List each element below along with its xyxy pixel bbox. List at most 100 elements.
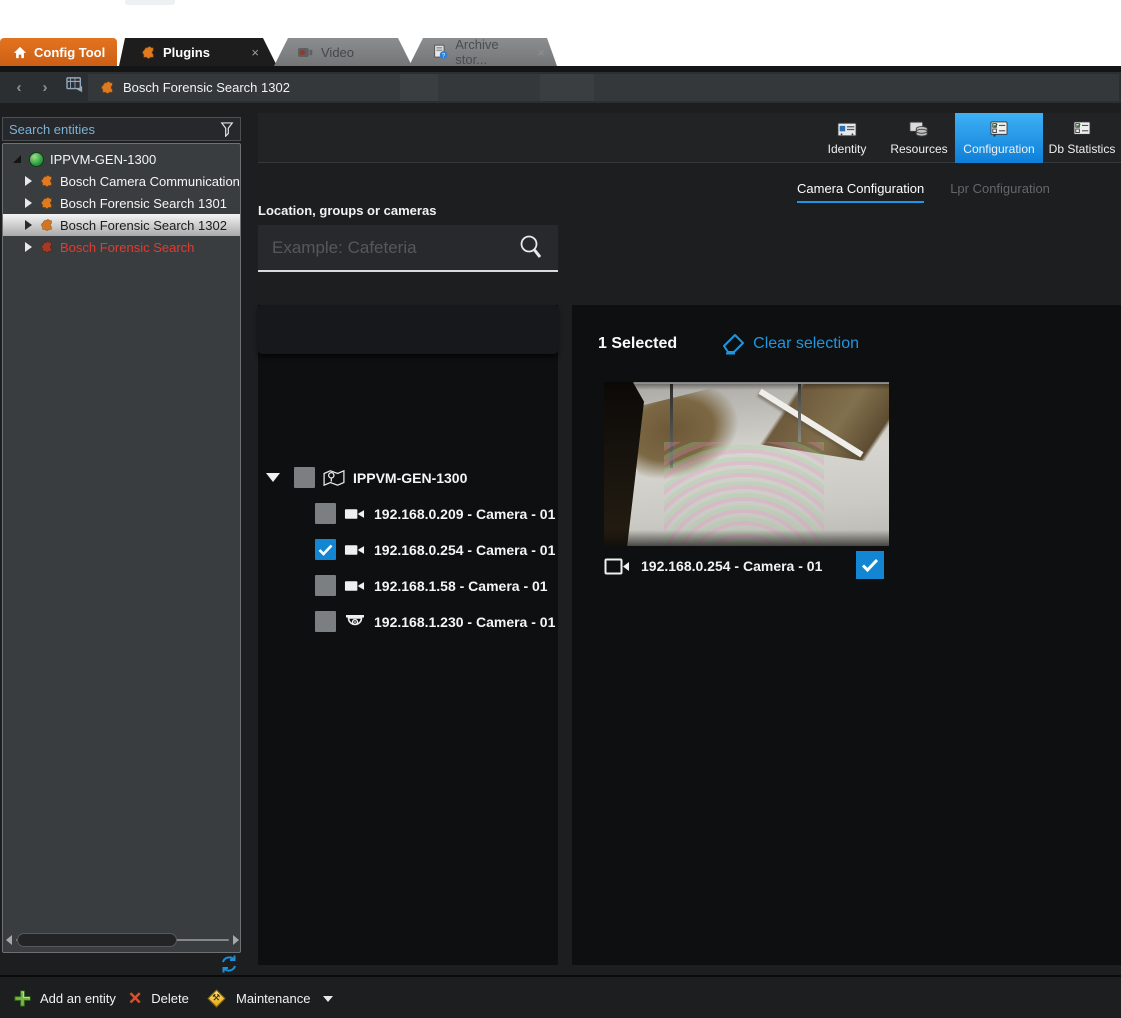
box-camera-icon <box>344 543 365 557</box>
tab-resources-label: Resources <box>890 142 947 156</box>
entity-tree-item-plugin-selected[interactable]: Bosch Forensic Search 1302 <box>3 214 240 236</box>
main-content: Search entities IPPVM-GEN-1300 Bosch Cam… <box>0 103 1121 975</box>
tab-resources[interactable]: Resources <box>883 113 955 163</box>
search-icon[interactable] <box>518 234 544 262</box>
window-top-strip <box>0 0 1121 38</box>
home-icon <box>13 46 27 59</box>
breadcrumb-entity-label: Bosch Forensic Search 1302 <box>123 80 290 95</box>
camera-row[interactable]: 192.168.1.230 - Camera - 01 <box>315 611 555 632</box>
identity-icon <box>837 120 857 138</box>
config-tool-label: Config Tool <box>34 45 105 60</box>
camera-thumbnail[interactable] <box>604 382 889 546</box>
breadcrumb-highlight <box>540 74 594 101</box>
checkbox-unchecked[interactable] <box>315 575 336 596</box>
configuration-sub-tabs: Camera Configuration Lpr Configuration <box>797 181 1050 203</box>
entity-label: IPPVM-GEN-1300 <box>50 152 156 167</box>
navigation-bar: ‹ › Bosch Forensic Search 1302 <box>0 72 1121 103</box>
back-arrow-icon[interactable]: ‹ <box>10 79 28 96</box>
entity-search-box[interactable]: Search entities <box>2 117 241 141</box>
scrollbar-thumb[interactable] <box>17 933 177 947</box>
camera-label: 192.168.0.209 - Camera - 01 <box>374 506 555 522</box>
scroll-right-icon[interactable] <box>233 935 239 945</box>
bottom-toolbar: Add an entity ✕ Delete ⚒ Maintenance <box>0 975 1121 1018</box>
camera-row[interactable]: 192.168.0.209 - Camera - 01 <box>315 503 555 524</box>
delete-label: Delete <box>151 991 189 1006</box>
tab-plugins-close-icon[interactable]: × <box>251 45 259 60</box>
expander-open-icon[interactable] <box>266 473 280 482</box>
add-entity-button[interactable]: Add an entity <box>14 977 116 1018</box>
checkbox-unchecked[interactable] <box>315 611 336 632</box>
entity-label: Bosch Forensic Search <box>60 240 194 255</box>
plugin-puzzle-icon <box>40 174 54 188</box>
sub-tab-lpr-configuration[interactable]: Lpr Configuration <box>950 181 1050 203</box>
expander-closed-icon[interactable] <box>25 242 32 252</box>
camera-tree-header <box>258 305 558 354</box>
box-camera-icon <box>344 507 365 521</box>
tab-db-statistics[interactable]: Db Statistics <box>1043 113 1121 163</box>
breadcrumb[interactable]: Bosch Forensic Search 1302 <box>88 74 1119 101</box>
plugin-puzzle-icon <box>40 218 54 232</box>
checkbox-checked[interactable] <box>856 551 884 579</box>
selected-camera-row[interactable]: 192.168.0.254 - Camera - 01 <box>604 551 889 581</box>
camera-label: 192.168.1.230 - Camera - 01 <box>374 614 555 630</box>
entity-search-placeholder: Search entities <box>3 122 220 137</box>
delete-button[interactable]: ✕ Delete <box>128 977 189 1018</box>
entity-tab-bar: Identity Resources <box>258 113 1121 163</box>
camera-search-placeholder: Example: Cafeteria <box>258 238 518 258</box>
checkbox-unchecked[interactable] <box>294 467 315 488</box>
checkbox-checked[interactable] <box>315 539 336 560</box>
eraser-icon <box>721 333 745 355</box>
maintenance-button[interactable]: ⚒ Maintenance <box>210 977 333 1018</box>
entity-tree-item-plugin[interactable]: Bosch Camera Communication 1302 <box>3 170 240 192</box>
dome-camera-icon <box>345 614 365 630</box>
scrollbar-track[interactable] <box>16 933 229 947</box>
maintenance-label: Maintenance <box>236 991 310 1006</box>
resources-icon <box>909 120 929 138</box>
tab-archive-close-icon[interactable]: × <box>537 45 545 60</box>
expander-closed-icon[interactable] <box>25 176 32 186</box>
sub-tab-camera-configuration[interactable]: Camera Configuration <box>797 181 924 203</box>
history-icon[interactable] <box>66 77 84 98</box>
camera-tree-root-row[interactable]: IPPVM-GEN-1300 <box>266 467 467 488</box>
clear-selection-label: Clear selection <box>753 335 859 353</box>
forward-arrow-icon[interactable]: › <box>36 79 54 96</box>
scroll-left-icon[interactable] <box>6 935 12 945</box>
expander-closed-icon[interactable] <box>25 220 32 230</box>
filter-funnel-icon[interactable] <box>220 122 234 137</box>
tab-configuration[interactable]: Configuration <box>955 113 1043 163</box>
archive-storage-icon: ? <box>433 44 448 60</box>
tab-identity[interactable]: Identity <box>811 113 883 163</box>
clear-selection-button[interactable]: Clear selection <box>721 333 859 355</box>
entity-tree-item-plugin[interactable]: Bosch Forensic Search 1301 <box>3 192 240 214</box>
entity-label: Bosch Camera Communication 1302 <box>60 174 240 189</box>
breadcrumb-highlight <box>400 74 438 101</box>
expander-closed-icon[interactable] <box>25 198 32 208</box>
browser-ghost-tab <box>125 0 175 5</box>
camera-label: 192.168.1.58 - Camera - 01 <box>374 578 548 594</box>
tab-archive-label: Archive stor... <box>455 37 530 67</box>
tab-video[interactable]: Video <box>272 38 412 66</box>
camera-row-checked[interactable]: 192.168.0.254 - Camera - 01 <box>315 539 555 560</box>
entity-tree-item-server[interactable]: IPPVM-GEN-1300 <box>3 148 240 170</box>
tab-configuration-label: Configuration <box>963 142 1034 156</box>
configuration-icon <box>989 120 1009 138</box>
tab-identity-label: Identity <box>828 142 867 156</box>
tab-archive-storage[interactable]: ? Archive stor... × <box>407 38 557 66</box>
refresh-button[interactable] <box>219 954 241 976</box>
app-tab-row: Config Tool Plugins × Video ? <box>0 38 1121 66</box>
entity-tree-item-plugin-error[interactable]: Bosch Forensic Search <box>3 236 240 258</box>
checkbox-unchecked[interactable] <box>315 503 336 524</box>
maintenance-diamond-icon: ⚒ <box>207 989 225 1007</box>
camera-row[interactable]: 192.168.1.58 - Camera - 01 <box>315 575 548 596</box>
horizontal-scrollbar[interactable] <box>6 932 239 948</box>
camera-search-input[interactable]: Example: Cafeteria <box>258 225 558 272</box>
delete-x-icon: ✕ <box>128 989 142 1009</box>
add-plus-icon <box>14 990 31 1007</box>
expander-open-icon[interactable] <box>13 155 21 163</box>
tab-plugins[interactable]: Plugins × <box>119 38 277 66</box>
entity-label: Bosch Forensic Search 1301 <box>60 196 227 211</box>
entity-label: Bosch Forensic Search 1302 <box>60 218 227 233</box>
tab-db-statistics-label: Db Statistics <box>1049 142 1116 156</box>
config-tool-button[interactable]: Config Tool <box>0 38 117 66</box>
box-camera-icon <box>344 579 365 593</box>
